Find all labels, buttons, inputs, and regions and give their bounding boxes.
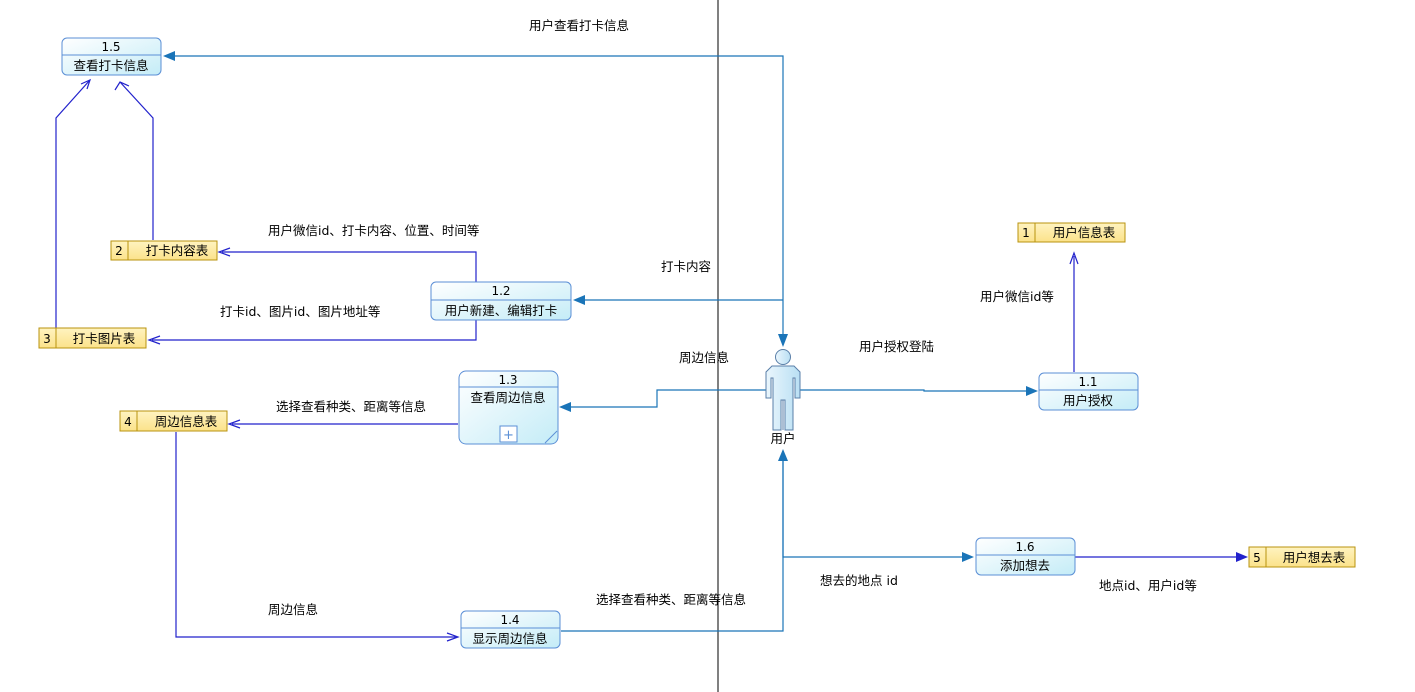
- data-store-1[interactable]: 1 用户信息表: [1017, 222, 1126, 243]
- store-name: 打卡图片表: [73, 331, 136, 346]
- flow-p13-to-store4: [227, 419, 458, 429]
- process-number: 1.6: [1015, 540, 1034, 554]
- process-1-6[interactable]: 1.6 添加想去: [975, 537, 1076, 576]
- process-title: 用户授权: [1063, 393, 1114, 408]
- flow-p12-to-store3: [147, 320, 477, 345]
- flow-label-wishlist-place-id: 想去的地点 id: [820, 573, 898, 588]
- flow-p16-to-store5: [1075, 552, 1248, 562]
- process-1-1[interactable]: 1.1 用户授权: [1038, 372, 1139, 411]
- data-store-5[interactable]: 5 用户想去表: [1248, 546, 1356, 568]
- process-number: 1.2: [491, 284, 510, 298]
- process-number: 1.1: [1078, 375, 1097, 389]
- flow-user-to-p16: [782, 460, 974, 562]
- process-1-4[interactable]: 1.4 显示周边信息: [460, 610, 561, 649]
- store-number: 1: [1022, 226, 1030, 240]
- flow-checkin-content: [573, 295, 783, 305]
- store-number: 5: [1253, 551, 1261, 565]
- store-number: 2: [115, 244, 123, 258]
- flow-p11-to-store1: [1069, 251, 1079, 372]
- store-name: 周边信息表: [155, 414, 218, 429]
- flow-label-nearby-info-bottom: 周边信息: [268, 602, 318, 617]
- flow-label-place-user-ids: 地点id、用户id等: [1099, 578, 1197, 593]
- data-flow-diagram: 用户查看打卡信息 用户微信id、打卡内容、位置、时间等 打卡内容 打卡id、图片…: [38, 0, 1356, 692]
- process-number: 1.3: [498, 373, 517, 387]
- flow-label-user-wechat-id: 用户微信id等: [980, 289, 1054, 304]
- process-title: 用户新建、编辑打卡: [445, 303, 558, 318]
- process-number: 1.5: [101, 40, 120, 54]
- flow-label-nearby-info-top: 周边信息: [679, 350, 729, 365]
- actor-label: 用户: [770, 431, 795, 446]
- data-store-3[interactable]: 3 打卡图片表: [38, 327, 147, 349]
- data-store-4[interactable]: 4 周边信息表: [119, 410, 228, 432]
- flow-label-image-fields: 打卡id、图片id、图片地址等: [220, 304, 380, 319]
- user-icon: [765, 349, 801, 431]
- process-1-3[interactable]: 1.3 查看周边信息 +: [458, 370, 559, 445]
- expand-plus: +: [503, 428, 514, 443]
- flow-auth-login: [800, 386, 1038, 396]
- data-store-2[interactable]: 2 打卡内容表: [110, 240, 218, 261]
- process-title: 查看周边信息: [470, 390, 545, 405]
- process-title: 查看打卡信息: [73, 58, 148, 73]
- process-number: 1.4: [500, 613, 519, 627]
- store-name: 用户想去表: [1283, 550, 1346, 565]
- flow-label-checkin-content: 打卡内容: [661, 259, 711, 274]
- flow-label-select-type-bottom: 选择查看种类、距离等信息: [596, 592, 746, 607]
- flow-label-wechat-checkin-fields: 用户微信id、打卡内容、位置、时间等: [268, 223, 479, 238]
- flow-nearby-info-top: [559, 389, 766, 412]
- store-number: 4: [124, 415, 132, 429]
- flow-label-select-type-top: 选择查看种类、距离等信息: [276, 399, 426, 414]
- process-title: 显示周边信息: [472, 631, 547, 646]
- store-number: 3: [43, 332, 51, 346]
- flow-store3-to-p15: [55, 78, 91, 328]
- flow-p12-to-store2: [217, 247, 477, 282]
- process-1-5[interactable]: 1.5 查看打卡信息: [61, 37, 162, 76]
- process-1-2[interactable]: 1.2 用户新建、编辑打卡: [430, 281, 572, 321]
- store-name: 用户信息表: [1053, 225, 1116, 240]
- actor-user[interactable]: 用户: [765, 349, 801, 447]
- flow-label-auth-login: 用户授权登陆: [859, 339, 934, 354]
- store-name: 打卡内容表: [146, 243, 209, 258]
- flow-label-view-checkin: 用户查看打卡信息: [529, 18, 629, 33]
- process-title: 添加想去: [1000, 558, 1050, 573]
- flow-store2-to-p15: [114, 81, 154, 240]
